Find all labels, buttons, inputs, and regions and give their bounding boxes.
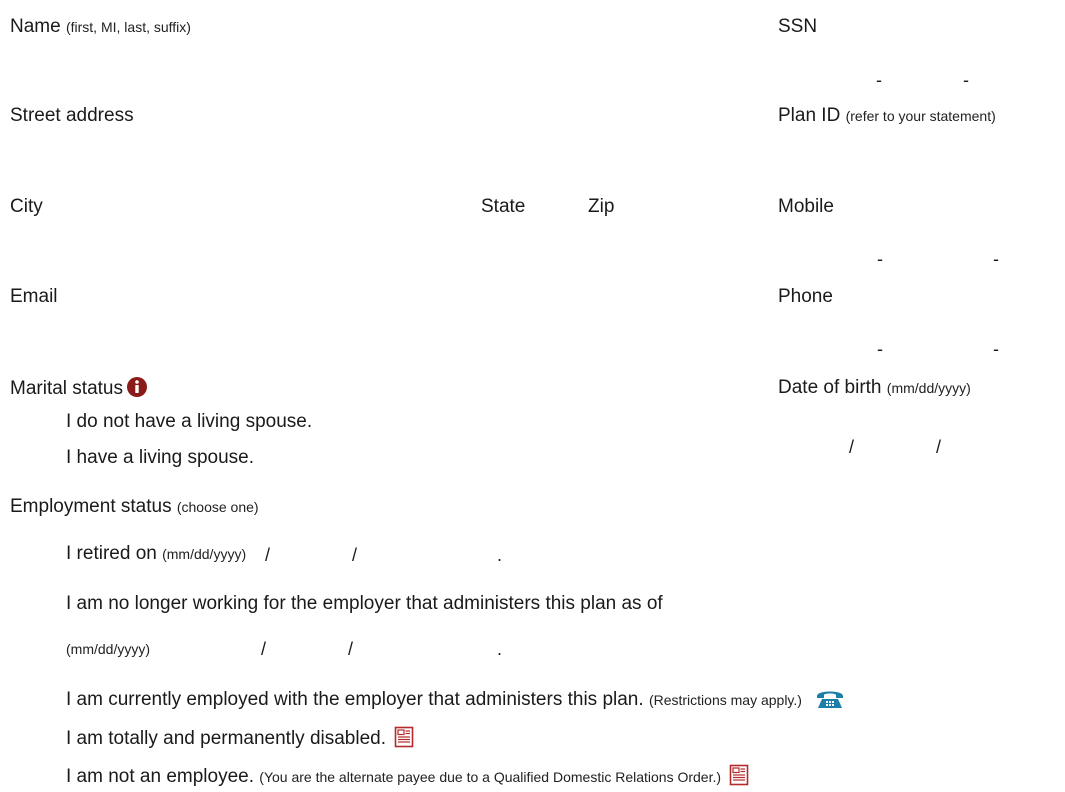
employment-not-employee-text: I am not an employee. (You are the alter… (66, 764, 749, 792)
no-longer-slash-1: / (261, 639, 267, 659)
dob-slash-1: / (849, 437, 855, 457)
info-icon[interactable] (126, 377, 147, 403)
dob-label: Date of birth (mm/dd/yyyy) (778, 377, 971, 399)
phone-dash-2: - (993, 339, 999, 359)
ssn-label: SSN (778, 16, 818, 37)
no-longer-period: . (497, 639, 503, 659)
mobile-area-input[interactable] (778, 244, 870, 270)
dob-day-input[interactable] (860, 432, 934, 458)
employment-current-text: I am currently employed with the employe… (66, 687, 845, 715)
mobile-dash-2: - (993, 249, 999, 269)
retired-slash-1: / (265, 545, 271, 565)
dob-slash-2: / (936, 437, 942, 457)
employment-status-label-text: Employment status (10, 496, 172, 517)
marital-spouse-radio[interactable] (42, 449, 58, 465)
employment-retired-text: I retired on (mm/dd/yyyy) (66, 543, 246, 565)
email-input[interactable] (10, 316, 730, 342)
employment-disabled-text: I am totally and permanently disabled. (66, 726, 414, 754)
no-longer-slash-2: / (348, 639, 354, 659)
employment-status-label-note: (choose one) (176, 499, 259, 515)
plan-id-label-text: Plan ID (778, 105, 841, 126)
employment-not-employee-note: (You are the alternate payee due to a Qu… (259, 769, 722, 785)
plan-id-label-note: (refer to your statement) (845, 108, 996, 124)
zip-label: Zip (588, 196, 615, 217)
phone-area-input[interactable] (778, 334, 870, 360)
mobile-prefix-input[interactable] (890, 244, 990, 270)
street-address-label: Street address (10, 105, 134, 126)
retired-period: . (497, 545, 503, 565)
employment-no-longer-note: (mm/dd/yyyy) (66, 641, 150, 657)
phone-prefix-input[interactable] (890, 334, 990, 360)
marital-status-label-text: Marital status (10, 378, 123, 399)
mobile-dash-1: - (877, 249, 883, 269)
employment-current-radio[interactable] (42, 689, 58, 705)
name-label-note: (first, MI, last, suffix) (65, 19, 191, 35)
ssn-dash-2: - (963, 70, 969, 90)
name-input[interactable] (10, 46, 730, 72)
zip-input[interactable] (588, 226, 728, 252)
dob-year-input[interactable] (948, 432, 1058, 458)
employment-current-label: I am currently employed with the employe… (66, 689, 644, 710)
phone-label: Phone (778, 286, 833, 307)
ssn-part2-input[interactable] (888, 66, 960, 92)
employment-retired-note: (mm/dd/yyyy) (162, 546, 247, 562)
employment-status-label: Employment status (choose one) (10, 496, 259, 518)
marital-status-label: Marital status (10, 377, 147, 403)
employment-disabled-radio[interactable] (42, 728, 58, 744)
state-label: State (481, 196, 526, 217)
phone-icon[interactable] (815, 687, 845, 715)
plan-id-input[interactable] (778, 135, 1058, 161)
phone-dash-1: - (877, 339, 883, 359)
marital-no-spouse-radio[interactable] (42, 413, 58, 429)
employment-retired-label: I retired on (66, 543, 157, 564)
employment-not-employee-label: I am not an employee. (66, 766, 254, 787)
ssn-dash-1: - (876, 70, 882, 90)
state-input[interactable] (481, 226, 571, 252)
employment-no-longer-label: I am no longer working for the employer … (66, 593, 663, 614)
dob-month-input[interactable] (778, 432, 844, 458)
email-label: Email (10, 286, 58, 307)
marital-spouse-label: I have a living spouse. (66, 447, 255, 468)
city-label: City (10, 196, 43, 217)
name-label: Name (first, MI, last, suffix) (10, 16, 191, 38)
street-address-input[interactable] (10, 135, 730, 161)
dob-label-note: (mm/dd/yyyy) (886, 380, 971, 396)
document-icon[interactable] (729, 764, 749, 792)
city-input[interactable] (10, 226, 460, 252)
document-icon[interactable] (394, 726, 414, 754)
employment-current-note: (Restrictions may apply.) (648, 692, 802, 708)
no-longer-month-input[interactable] (186, 636, 258, 662)
name-label-text: Name (10, 16, 61, 37)
no-longer-day-input[interactable] (272, 636, 344, 662)
ssn-part1-input[interactable] (778, 66, 870, 92)
employment-disabled-label: I am totally and permanently disabled. (66, 728, 387, 749)
mobile-line-input[interactable] (1004, 244, 1062, 270)
phone-line-input[interactable] (1004, 334, 1062, 360)
retired-slash-2: / (352, 545, 358, 565)
plan-id-label: Plan ID (refer to your statement) (778, 105, 996, 127)
no-longer-year-input[interactable] (360, 636, 490, 662)
employment-no-longer-radio[interactable] (42, 595, 58, 611)
mobile-label: Mobile (778, 196, 834, 217)
marital-no-spouse-label: I do not have a living spouse. (66, 411, 313, 432)
dob-label-text: Date of birth (778, 377, 882, 398)
employment-not-employee-radio[interactable] (42, 766, 58, 782)
employment-retired-radio[interactable] (42, 545, 58, 561)
ssn-part3-input[interactable] (975, 66, 1060, 92)
